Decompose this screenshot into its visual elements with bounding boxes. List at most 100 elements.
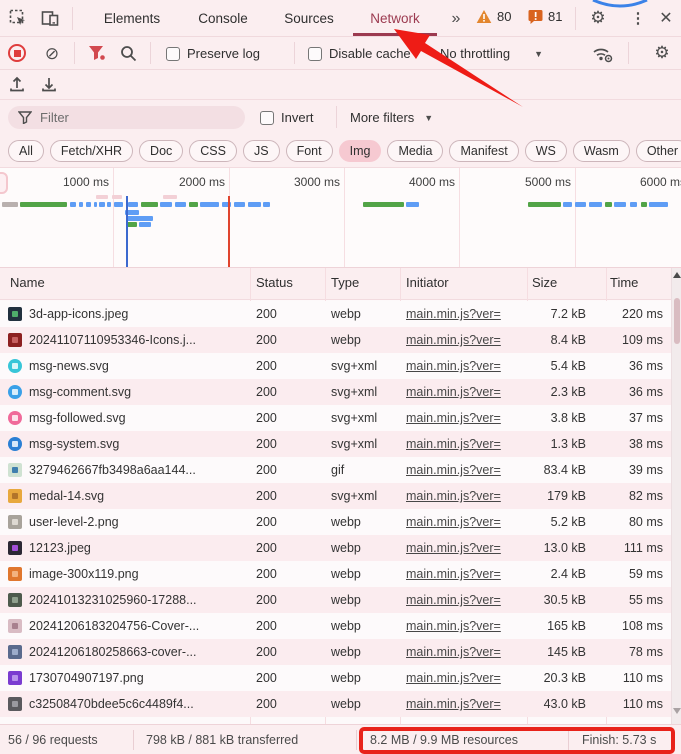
clear-network-log-icon[interactable]: ⊘ xyxy=(42,44,62,64)
network-conditions-icon[interactable] xyxy=(592,45,614,66)
request-initiator-link[interactable]: main.min.js?ver= xyxy=(406,463,501,477)
request-initiator-link[interactable]: main.min.js?ver= xyxy=(406,697,501,711)
tab-sources[interactable]: Sources xyxy=(270,0,348,37)
waterfall-segment xyxy=(20,202,67,207)
request-status: 200 xyxy=(256,697,277,711)
table-row[interactable]: image-300x119.png 200 webp main.min.js?v… xyxy=(0,561,671,587)
table-row[interactable]: 20241107110953346-Icons.j... 200 webp ma… xyxy=(0,327,671,353)
request-initiator-link[interactable]: main.min.js?ver= xyxy=(406,437,501,451)
request-initiator-link[interactable]: main.min.js?ver= xyxy=(406,619,501,633)
filter-chip-ws[interactable]: WS xyxy=(524,140,567,162)
filter-chip-fetchxhr[interactable]: Fetch/XHR xyxy=(49,140,134,162)
search-icon[interactable] xyxy=(120,45,137,65)
filter-chip-img[interactable]: Img xyxy=(338,140,382,162)
waterfall-segment xyxy=(160,202,172,207)
table-row[interactable]: 1730704907197.png 200 webp main.min.js?v… xyxy=(0,665,671,691)
column-header-initiator[interactable]: Initiator xyxy=(406,275,449,290)
filter-chip-other[interactable]: Other xyxy=(635,140,681,162)
filter-chip-doc[interactable]: Doc xyxy=(139,140,184,162)
table-row[interactable]: 3d-app-icons.jpeg 200 webp main.min.js?v… xyxy=(0,301,671,327)
settings-gear-icon[interactable]: ⚙ xyxy=(588,8,608,28)
request-initiator-link[interactable]: main.min.js?ver= xyxy=(406,515,501,529)
request-initiator-link[interactable]: main.min.js?ver= xyxy=(406,645,501,659)
resource-thumbnail-icon xyxy=(8,541,22,555)
column-header-status[interactable]: Status xyxy=(256,275,293,290)
invert-checkbox[interactable]: Invert xyxy=(260,110,314,125)
network-settings-gear-icon[interactable]: ⚙ xyxy=(652,43,672,63)
load-line xyxy=(228,196,230,267)
table-row[interactable]: 3279462667fb3498a6aa144... 200 gif main.… xyxy=(0,457,671,483)
filter-chip-js[interactable]: JS xyxy=(242,140,280,162)
column-header-name[interactable]: Name xyxy=(10,275,45,290)
column-header-type[interactable]: Type xyxy=(331,275,359,290)
table-row[interactable]: user-level-2.png 200 webp main.min.js?ve… xyxy=(0,509,671,535)
filter-chip-wasm[interactable]: Wasm xyxy=(572,140,630,162)
table-row[interactable]: 12123.jpeg 200 webp main.min.js?ver= 13.… xyxy=(0,535,671,561)
divider xyxy=(336,106,337,128)
kebab-menu-icon[interactable]: ⋮ xyxy=(628,8,648,28)
request-initiator-link[interactable]: main.min.js?ver= xyxy=(406,307,501,321)
export-har-icon[interactable] xyxy=(40,75,58,96)
table-row[interactable]: 20241206180258663-cover-... 200 webp mai… xyxy=(0,639,671,665)
disable-cache-checkbox[interactable]: Disable cache xyxy=(308,46,411,61)
scroll-up-arrow-icon[interactable] xyxy=(673,272,681,278)
tab-elements[interactable]: Elements xyxy=(88,0,176,37)
filter-chip-font[interactable]: Font xyxy=(285,140,333,162)
filter-chip-all[interactable]: All xyxy=(8,140,44,162)
import-har-icon[interactable] xyxy=(8,75,26,96)
request-initiator-link[interactable]: main.min.js?ver= xyxy=(406,385,501,399)
filter-input[interactable]: Filter xyxy=(8,106,245,129)
request-initiator-link[interactable]: main.min.js?ver= xyxy=(406,567,501,581)
request-initiator-link[interactable]: main.min.js?ver= xyxy=(406,593,501,607)
request-size: 1.3 kB xyxy=(550,437,586,451)
vertical-scrollbar[interactable] xyxy=(671,268,681,724)
preserve-log-label: Preserve log xyxy=(187,46,260,61)
transferred-summary: 798 kB / 881 kB transferred xyxy=(146,733,299,747)
checkbox[interactable] xyxy=(166,46,180,61)
scrollbar-thumb[interactable] xyxy=(674,298,680,344)
issues-counter[interactable]: 81 xyxy=(528,9,562,24)
checkbox[interactable] xyxy=(260,110,274,125)
more-tabs-icon[interactable]: » xyxy=(442,6,468,32)
table-row[interactable]: msg-comment.svg 200 svg+xml main.min.js?… xyxy=(0,379,671,405)
scroll-down-arrow-icon[interactable] xyxy=(673,708,681,714)
request-status: 200 xyxy=(256,515,277,529)
column-header-size[interactable]: Size xyxy=(532,275,557,290)
console-warnings[interactable]: 80 xyxy=(476,9,511,24)
request-initiator-link[interactable]: main.min.js?ver= xyxy=(406,541,501,555)
filter-chip-media[interactable]: Media xyxy=(387,140,444,162)
request-initiator-link[interactable]: main.min.js?ver= xyxy=(406,359,501,373)
table-row[interactable]: 20241013231025960-17288... 200 webp main… xyxy=(0,587,671,613)
close-devtools-icon[interactable]: ✕ xyxy=(656,8,676,28)
request-initiator-link[interactable]: main.min.js?ver= xyxy=(406,333,501,347)
request-initiator-link[interactable]: main.min.js?ver= xyxy=(406,671,501,685)
network-overview[interactable]: 1000 ms 2000 ms 3000 ms 4000 ms 5000 ms 6000 … xyxy=(0,168,681,268)
table-row[interactable]: msg-system.svg 200 svg+xml main.min.js?v… xyxy=(0,431,671,457)
table-row[interactable]: msg-followed.svg 200 svg+xml main.min.js… xyxy=(0,405,671,431)
waterfall-segment xyxy=(96,195,108,199)
throttling-dropdown[interactable]: No throttling ▼ xyxy=(440,46,543,61)
filter-chip-manifest[interactable]: Manifest xyxy=(449,140,519,162)
table-row[interactable]: c32508470bdee5c6c4489f4... 200 webp main… xyxy=(0,691,671,717)
table-row[interactable]: msg-news.svg 200 svg+xml main.min.js?ver… xyxy=(0,353,671,379)
checkbox[interactable] xyxy=(308,46,322,61)
device-toolbar-icon[interactable] xyxy=(40,8,60,28)
record-network-log-button[interactable] xyxy=(8,44,26,62)
request-name: 20241013231025960-17288... xyxy=(29,593,197,607)
filter-funnel-icon[interactable] xyxy=(88,45,106,64)
table-row[interactable]: 20241206183204756-Cover-... 200 webp mai… xyxy=(0,613,671,639)
column-header-time[interactable]: Time xyxy=(610,275,638,290)
tab-network[interactable]: Network xyxy=(352,0,438,37)
divider xyxy=(133,730,134,750)
table-row[interactable]: medal-14.svg 200 svg+xml main.min.js?ver… xyxy=(0,483,671,509)
timeline-tick-label: 2000 ms xyxy=(178,175,225,189)
active-tab-underline xyxy=(353,33,437,36)
more-filters-dropdown[interactable]: More filters ▼ xyxy=(350,110,433,125)
tab-console[interactable]: Console xyxy=(184,0,262,37)
request-time: 82 ms xyxy=(628,489,663,503)
inspect-element-icon[interactable] xyxy=(8,8,28,28)
request-initiator-link[interactable]: main.min.js?ver= xyxy=(406,411,501,425)
request-initiator-link[interactable]: main.min.js?ver= xyxy=(406,489,501,503)
preserve-log-checkbox[interactable]: Preserve log xyxy=(166,46,260,61)
filter-chip-css[interactable]: CSS xyxy=(189,140,237,162)
